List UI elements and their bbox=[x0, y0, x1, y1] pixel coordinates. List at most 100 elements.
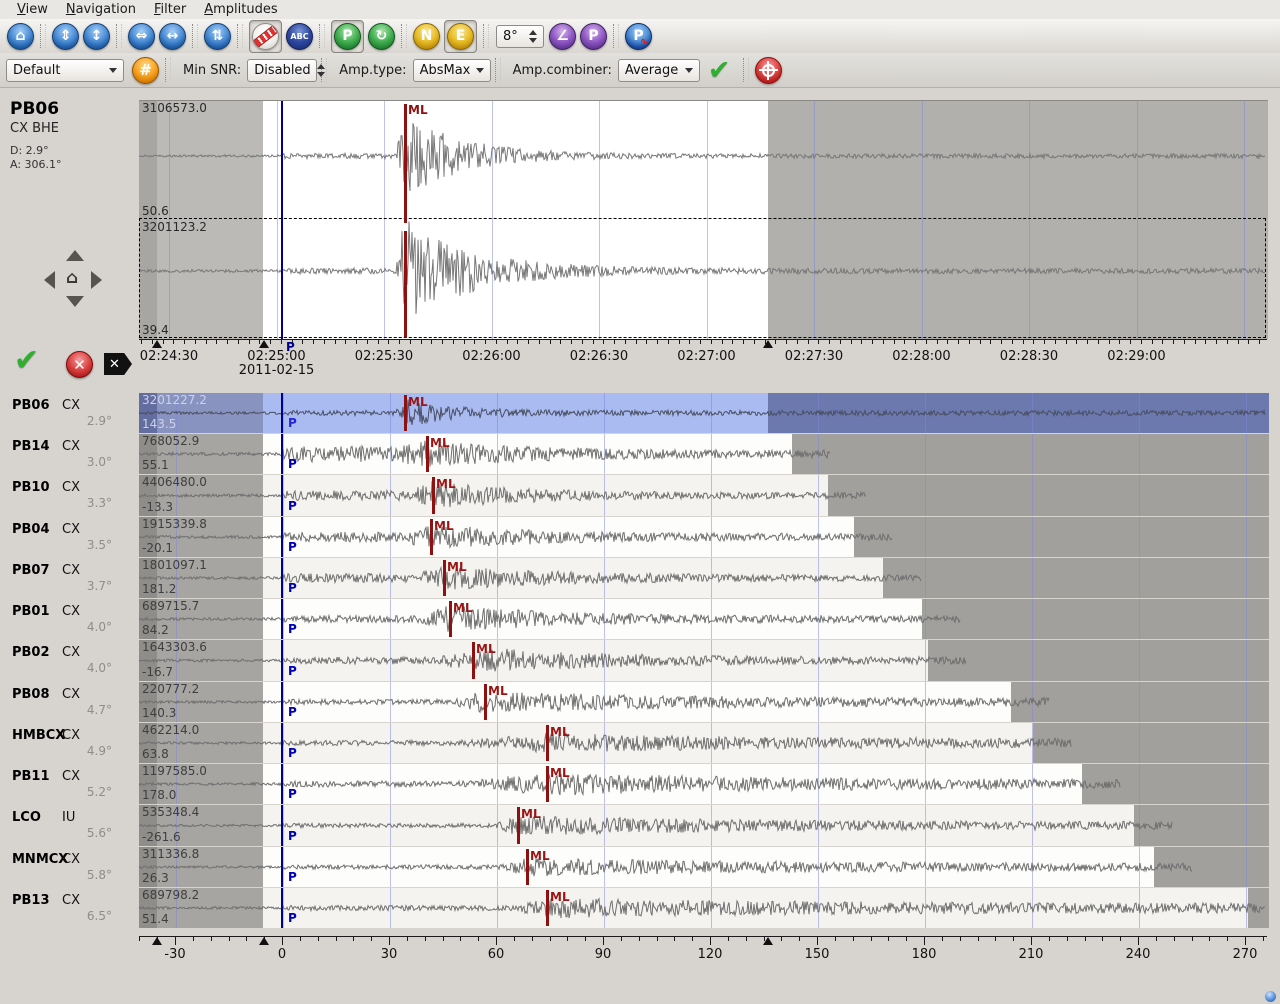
p-pick-marker[interactable] bbox=[281, 764, 283, 804]
min-snr-spinbox[interactable]: Disabled bbox=[247, 59, 317, 82]
amp-combiner-select[interactable]: Average bbox=[618, 59, 700, 82]
component-east-icon[interactable]: E bbox=[447, 23, 474, 50]
time-tick-label: 02:25:30 bbox=[346, 349, 422, 364]
zoom-trace-view[interactable]: ML3106573.050.63201123.239.4 bbox=[139, 100, 1268, 339]
station-distance: 5.6° bbox=[52, 826, 112, 840]
p-pick-marker[interactable] bbox=[281, 847, 283, 887]
commit-target-button[interactable] bbox=[755, 57, 782, 84]
pan-right-button[interactable] bbox=[91, 271, 102, 289]
axis-tick bbox=[1263, 937, 1264, 941]
ml-pick-marker[interactable] bbox=[443, 560, 446, 596]
p-pick-marker[interactable] bbox=[281, 805, 283, 846]
p-pick-marker[interactable] bbox=[281, 101, 283, 339]
pan-down-button[interactable] bbox=[66, 296, 84, 307]
menu-filter[interactable]: Filter bbox=[145, 1, 195, 19]
spin-arrows-icon[interactable] bbox=[523, 30, 537, 43]
axis-tick bbox=[550, 340, 551, 344]
component-north-icon[interactable]: N bbox=[413, 23, 440, 50]
waveform bbox=[139, 101, 1267, 219]
ml-pick-marker[interactable] bbox=[484, 684, 487, 720]
p-pick-marker[interactable] bbox=[281, 888, 283, 928]
home-icon[interactable]: ⌂ bbox=[7, 23, 34, 50]
accept-trace-button[interactable]: ✔ bbox=[14, 343, 39, 378]
ml-marker-notch bbox=[404, 223, 407, 231]
axis-tick bbox=[1001, 340, 1002, 344]
station-trace-row[interactable]: MLP3201227.2143.5 bbox=[139, 393, 1269, 433]
p-pick-marker[interactable] bbox=[281, 640, 283, 681]
filter-profile-select[interactable]: Default bbox=[6, 59, 124, 82]
window-boundary-marker[interactable] bbox=[152, 937, 162, 945]
recompute-amplitudes-icon[interactable]: P bbox=[625, 23, 652, 50]
remove-station-button[interactable]: ✕ bbox=[104, 353, 132, 375]
window-boundary-marker[interactable] bbox=[763, 340, 773, 348]
pick-amplitude-icon[interactable]: P bbox=[580, 23, 607, 50]
normalize-horizontal-icon[interactable]: ↔ bbox=[159, 23, 186, 50]
expand-vertical-icon[interactable]: ⇕ bbox=[52, 23, 79, 50]
window-boundary-marker[interactable] bbox=[152, 340, 162, 348]
station-trace-row[interactable]: MLP689715.784.2 bbox=[139, 599, 1269, 639]
window-boundary-marker[interactable] bbox=[259, 937, 269, 945]
station-trace-row[interactable]: MLP535348.4-261.6 bbox=[139, 805, 1269, 846]
distance-spin[interactable]: 8° bbox=[496, 25, 544, 48]
pan-up-button[interactable] bbox=[66, 250, 84, 261]
ml-pick-marker[interactable] bbox=[517, 807, 520, 844]
station-trace-row[interactable]: MLP462214.063.8 bbox=[139, 723, 1269, 763]
p-pick-marker[interactable] bbox=[281, 517, 283, 557]
p-pick-marker[interactable] bbox=[281, 393, 283, 433]
ml-pick-marker[interactable] bbox=[546, 725, 549, 761]
home-view-button[interactable]: ⌂ bbox=[66, 268, 78, 288]
menu-view[interactable]: View bbox=[8, 1, 57, 19]
station-trace-row[interactable]: MLP1197585.0178.0 bbox=[139, 764, 1269, 804]
spin-arrows-icon[interactable] bbox=[311, 64, 325, 77]
p-pick-marker[interactable] bbox=[281, 599, 283, 639]
p-pick-marker[interactable] bbox=[281, 682, 283, 722]
pan-left-button[interactable] bbox=[44, 271, 55, 289]
station-trace-row[interactable]: MLP311336.826.3 bbox=[139, 847, 1269, 887]
normalize-vertical-icon[interactable]: ↕ bbox=[83, 23, 110, 50]
axis-tick bbox=[960, 937, 961, 941]
relocate-icon[interactable]: ↻ bbox=[368, 23, 395, 50]
resize-grip-icon[interactable] bbox=[1265, 991, 1276, 1002]
expand-horizontal-icon[interactable]: ⇔ bbox=[128, 23, 155, 50]
measure-ruler-icon[interactable] bbox=[252, 23, 279, 50]
relative-tick-label: 180 bbox=[886, 947, 962, 962]
station-trace-row[interactable]: MLP4406480.0-13.3 bbox=[139, 475, 1269, 516]
ml-pick-marker[interactable] bbox=[404, 104, 407, 337]
window-boundary-marker[interactable] bbox=[763, 937, 773, 945]
axis-tick bbox=[1205, 340, 1206, 344]
station-trace-row[interactable]: MLP689798.251.4 bbox=[139, 888, 1269, 928]
ml-pick-marker[interactable] bbox=[430, 519, 433, 555]
p-pick-marker[interactable] bbox=[281, 434, 283, 474]
apply-check-button[interactable]: ✔ bbox=[708, 55, 731, 86]
station-trace-row[interactable]: MLP1801097.1181.2 bbox=[139, 558, 1269, 598]
menu-navigation[interactable]: Navigation bbox=[57, 1, 145, 19]
phase-labels-icon[interactable]: ABC bbox=[286, 23, 313, 50]
p-pick-marker[interactable] bbox=[281, 475, 283, 516]
fit-traces-icon[interactable]: ⇅ bbox=[204, 23, 231, 50]
station-trace-row[interactable]: MLP220777.2140.3 bbox=[139, 682, 1269, 722]
station-trace-row[interactable]: MLP1915339.8-20.1 bbox=[139, 517, 1269, 557]
ml-pick-marker[interactable] bbox=[449, 601, 452, 637]
ml-pick-marker[interactable] bbox=[432, 477, 435, 514]
amp-type-select[interactable]: AbsMax bbox=[413, 59, 491, 82]
pick-p-phase-icon[interactable]: P bbox=[334, 23, 361, 50]
row-max-amplitude: 689715.7 bbox=[142, 599, 199, 613]
station-trace-row[interactable]: MLP768052.955.1 bbox=[139, 434, 1269, 474]
hash-filter-button[interactable]: # bbox=[132, 57, 159, 84]
menu-amplitudes[interactable]: Amplitudes bbox=[195, 1, 286, 19]
toolbar-separator bbox=[40, 24, 46, 48]
p-pick-marker[interactable] bbox=[281, 723, 283, 763]
ml-pick-marker[interactable] bbox=[404, 395, 407, 431]
measure-amplitude-icon[interactable]: ∠ bbox=[549, 23, 576, 50]
reject-trace-button[interactable]: ✕ bbox=[66, 351, 93, 378]
ml-pick-marker[interactable] bbox=[546, 766, 549, 802]
axis-tick bbox=[942, 937, 943, 941]
station-trace-row[interactable]: MLP1643303.6-16.7 bbox=[139, 640, 1269, 681]
ml-pick-marker[interactable] bbox=[546, 890, 549, 926]
ml-pick-marker[interactable] bbox=[426, 436, 429, 472]
ml-pick-marker[interactable] bbox=[472, 642, 475, 679]
row-max-amplitude: 1197585.0 bbox=[142, 764, 207, 778]
window-boundary-marker[interactable] bbox=[259, 340, 269, 348]
ml-pick-marker[interactable] bbox=[526, 849, 529, 885]
p-pick-marker[interactable] bbox=[281, 558, 283, 598]
